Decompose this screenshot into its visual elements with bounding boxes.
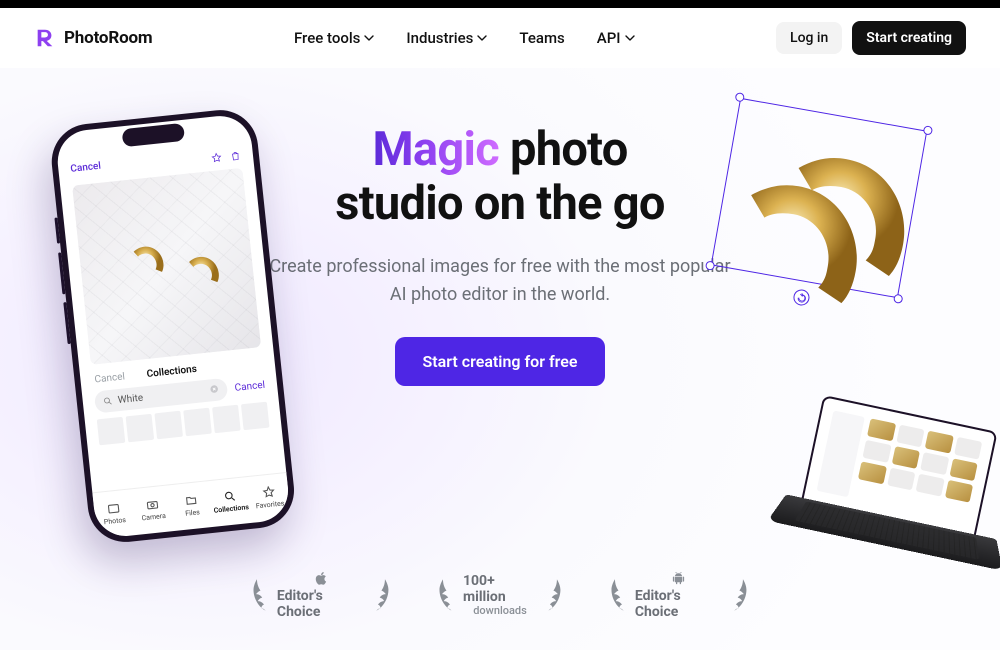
nav-api[interactable]: API: [597, 29, 635, 47]
phone-nav-favorites: Favorites: [248, 473, 291, 522]
chevron-down-icon: [364, 33, 374, 43]
chevron-down-icon: [625, 33, 635, 43]
phone-mockup: Cancel: [48, 106, 298, 545]
logo-icon: [34, 27, 56, 49]
phone-nav-camera: Camera: [131, 485, 174, 534]
phone-search-value: White: [117, 392, 143, 406]
laurel-right-icon: [729, 576, 750, 614]
laptop-sidebar: [817, 410, 865, 497]
phone-tab-collections: Collections: [146, 364, 197, 380]
phone-cancel-link: Cancel: [70, 160, 102, 174]
laptop-thumbnails: [858, 418, 982, 502]
nav-industries[interactable]: Industries: [406, 29, 487, 47]
laptop-mockup: [776, 392, 1000, 588]
auth-buttons: Log in Start creating: [776, 21, 966, 55]
phone-tab-cancel: Cancel: [94, 371, 125, 385]
star-icon: [210, 148, 222, 160]
phone-nav-files: Files: [170, 481, 213, 530]
badge-top-text: 100+ million: [463, 573, 537, 605]
nav-item-label: Industries: [406, 29, 473, 47]
hero-section: Magic photo studio on the go Create prof…: [0, 68, 1000, 650]
hero-cta-button[interactable]: Start creating for free: [395, 337, 606, 386]
laurel-right-icon: [543, 576, 564, 614]
badge-android-editors-choice: Editor's Choice: [608, 571, 750, 620]
brand-name: PhotoRoom: [64, 28, 152, 48]
subhead-line-b: AI photo editor in the world.: [390, 284, 610, 305]
nav-item-label: API: [597, 29, 621, 47]
nav-item-label: Free tools: [294, 29, 360, 47]
phone-bottom-nav: Photos Camera Files Collections Favorite…: [92, 472, 291, 538]
badge-label: Editor's Choice: [635, 588, 723, 620]
top-dark-band: [0, 0, 1000, 8]
badge-label: Editor's Choice: [277, 588, 365, 620]
badge-apple-editors-choice: Editor's Choice: [250, 571, 392, 620]
laurel-left-icon: [608, 576, 629, 614]
bag-icon: [229, 146, 241, 158]
apple-icon: [314, 571, 329, 586]
phone-search-cancel: Cancel: [234, 379, 265, 393]
android-icon: [671, 571, 686, 586]
resize-handle-icon: [923, 125, 933, 135]
login-button[interactable]: Log in: [776, 22, 842, 54]
nav-teams[interactable]: Teams: [519, 29, 564, 47]
signup-button[interactable]: Start creating: [852, 21, 966, 55]
phone-nav-photos: Photos: [92, 489, 135, 538]
brand[interactable]: PhotoRoom: [34, 27, 152, 49]
badge-downloads: 100+ million downloads: [436, 573, 564, 618]
headline-rest-a: photo: [499, 122, 628, 177]
subhead-line-a: Create professional images for free with…: [269, 256, 730, 277]
earring-large-right-icon: [679, 153, 896, 353]
phone-canvas-image: [72, 168, 261, 365]
laurel-right-icon: [371, 576, 392, 614]
headline-accent-word: Magic: [372, 122, 499, 177]
search-icon: [102, 396, 113, 407]
nav-item-label: Teams: [519, 29, 564, 47]
laurel-left-icon: [250, 576, 271, 614]
site-header: PhotoRoom Free tools Industries Teams AP…: [0, 8, 1000, 68]
earring-right-icon: [176, 249, 227, 300]
clear-icon: [208, 383, 219, 397]
badge-bottom-text: downloads: [473, 605, 527, 618]
headline-rest-b: studio on the go: [335, 176, 664, 231]
nav-free-tools[interactable]: Free tools: [294, 29, 374, 47]
chevron-down-icon: [477, 33, 487, 43]
earring-left-icon: [120, 238, 171, 289]
laurel-left-icon: [436, 576, 457, 614]
primary-nav: Free tools Industries Teams API: [294, 29, 635, 47]
badges-row: Editor's Choice 100+ million downloads E…: [250, 571, 750, 620]
phone-nav-collections: Collections: [209, 477, 252, 526]
selection-handles: [711, 98, 928, 298]
